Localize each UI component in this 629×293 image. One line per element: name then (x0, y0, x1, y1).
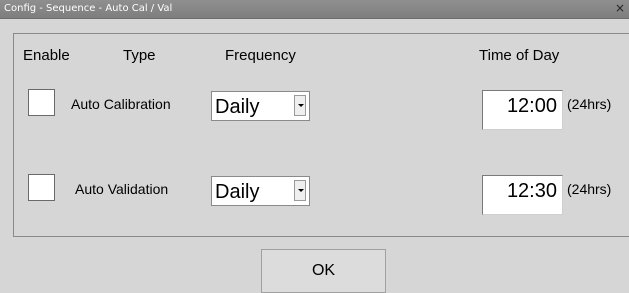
ok-button-label: OK (311, 262, 336, 279)
auto-validation-time-value: 12:30 (506, 180, 557, 202)
ok-button[interactable]: OK (261, 249, 386, 293)
title-bar[interactable]: Config - Sequence - Auto Cal / Val × (0, 0, 629, 19)
header-frequency: Frequency (225, 47, 296, 64)
auto-calibration-frequency-select[interactable]: Daily (211, 91, 310, 121)
header-enable: Enable (23, 47, 70, 64)
close-icon[interactable]: × (613, 1, 627, 16)
chevron-down-icon[interactable] (294, 180, 306, 201)
auto-calibration-time-unit: (24hrs) (567, 96, 612, 112)
auto-calibration-time-input[interactable]: 12:00 (482, 90, 563, 130)
auto-calibration-label: Auto Calibration (71, 96, 171, 112)
auto-validation-frequency-select[interactable]: Daily (211, 176, 310, 206)
auto-validation-checkbox[interactable] (28, 174, 55, 201)
auto-validation-label: Auto Validation (75, 181, 169, 197)
header-time-of-day: Time of Day (479, 47, 560, 64)
auto-calibration-checkbox[interactable] (28, 89, 55, 116)
window-title: Config - Sequence - Auto Cal / Val (4, 3, 173, 14)
auto-validation-time-input[interactable]: 12:30 (482, 175, 563, 215)
auto-calibration-frequency-value: Daily (215, 96, 260, 118)
config-window: Config - Sequence - Auto Cal / Val × Ena… (0, 0, 629, 293)
header-type: Type (123, 47, 156, 64)
chevron-down-icon[interactable] (294, 95, 306, 116)
auto-calibration-time-value: 12:00 (506, 95, 557, 117)
auto-validation-time-unit: (24hrs) (567, 181, 612, 197)
auto-validation-frequency-value: Daily (215, 181, 260, 203)
